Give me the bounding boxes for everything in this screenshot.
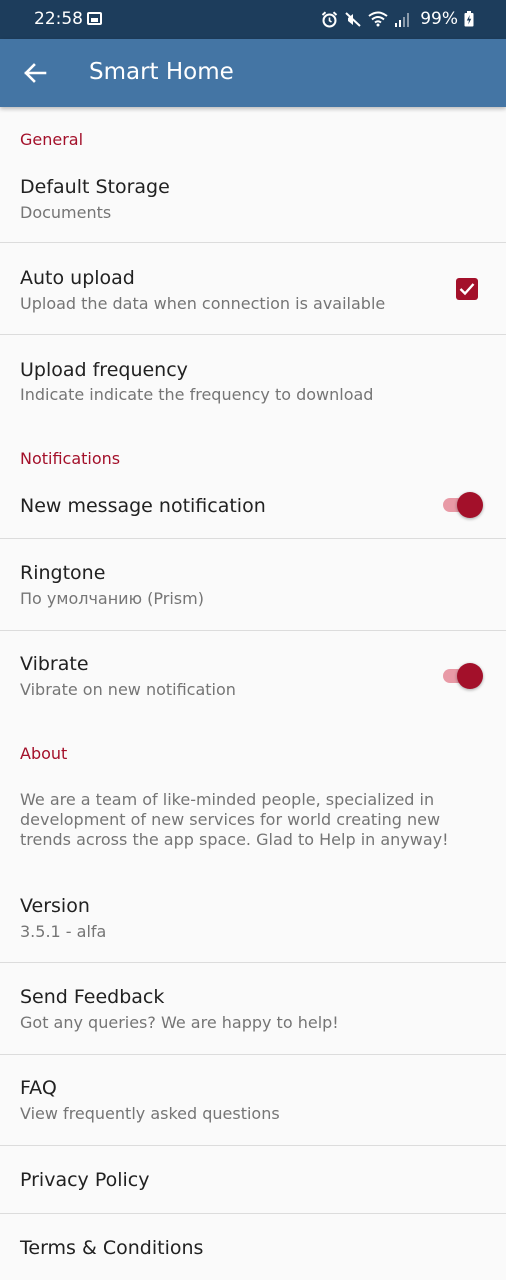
switch-thumb <box>457 663 483 689</box>
switch-thumb <box>457 492 483 518</box>
check-icon <box>459 283 475 296</box>
pref-ringtone[interactable]: Ringtone По умолчанию (Prism) <box>0 539 506 630</box>
page-title: Smart Home <box>89 59 234 85</box>
pref-title: New message notification <box>20 495 266 517</box>
pref-title: FAQ <box>20 1077 57 1099</box>
app-bar: Smart Home <box>0 39 506 107</box>
pref-title: Privacy Policy <box>20 1169 150 1191</box>
pref-title: Send Feedback <box>20 986 165 1008</box>
pref-title: Default Storage <box>20 176 170 198</box>
pref-upload-frequency[interactable]: Upload frequency Indicate indicate the f… <box>0 335 506 425</box>
alarm-icon <box>322 10 338 27</box>
new-message-switch[interactable] <box>443 491 483 519</box>
pref-summary: Got any queries? We are happy to help! <box>20 1013 339 1032</box>
pref-summary: 3.5.1 - alfa <box>20 922 107 941</box>
pref-summary: Indicate indicate the frequency to downl… <box>20 385 374 404</box>
pref-faq[interactable]: FAQ View frequently asked questions <box>0 1055 506 1145</box>
auto-upload-checkbox[interactable] <box>456 278 478 300</box>
status-bar: 22:58 99% <box>0 0 506 39</box>
pref-auto-upload[interactable]: Auto upload Upload the data when connect… <box>0 243 506 334</box>
battery-charging-icon <box>464 11 474 27</box>
pref-privacy-policy[interactable]: Privacy Policy <box>0 1146 506 1213</box>
pref-title: Terms & Conditions <box>20 1237 204 1259</box>
back-arrow-icon[interactable] <box>22 60 48 86</box>
section-header-about: About <box>20 744 68 763</box>
pref-vibrate[interactable]: Vibrate Vibrate on new notification <box>0 631 506 721</box>
pref-title: Upload frequency <box>20 359 188 381</box>
pref-title: Auto upload <box>20 267 135 289</box>
pref-summary: View frequently asked questions <box>20 1104 280 1123</box>
section-header-notifications: Notifications <box>20 449 121 468</box>
mute-icon <box>345 11 361 27</box>
pref-title: Ringtone <box>20 562 106 584</box>
about-description: We are a team of like-minded people, spe… <box>20 790 449 849</box>
pref-title: Vibrate <box>20 653 89 675</box>
status-icons: 99% <box>321 9 474 29</box>
pref-terms-conditions[interactable]: Terms & Conditions <box>0 1214 506 1280</box>
pref-send-feedback[interactable]: Send Feedback Got any queries? We are ha… <box>0 963 506 1054</box>
image-notification-icon <box>87 12 102 25</box>
pref-summary: Vibrate on new notification <box>20 680 236 699</box>
pref-new-message-notification[interactable]: New message notification <box>0 477 506 538</box>
pref-summary: Upload the data when connection is avail… <box>20 294 386 313</box>
signal-icon <box>395 12 410 27</box>
pref-summary: По умолчанию (Prism) <box>20 589 204 608</box>
pref-default-storage[interactable]: Default Storage Documents <box>0 162 506 242</box>
pref-version[interactable]: Version 3.5.1 - alfa <box>0 872 506 962</box>
status-time: 22:58 <box>34 9 83 29</box>
section-header-general: General <box>20 130 84 149</box>
battery-percent: 99% <box>420 9 458 29</box>
vibrate-switch[interactable] <box>443 662 483 690</box>
wifi-icon <box>368 11 388 27</box>
pref-summary: Documents <box>20 203 112 222</box>
pref-title: Version <box>20 895 90 917</box>
